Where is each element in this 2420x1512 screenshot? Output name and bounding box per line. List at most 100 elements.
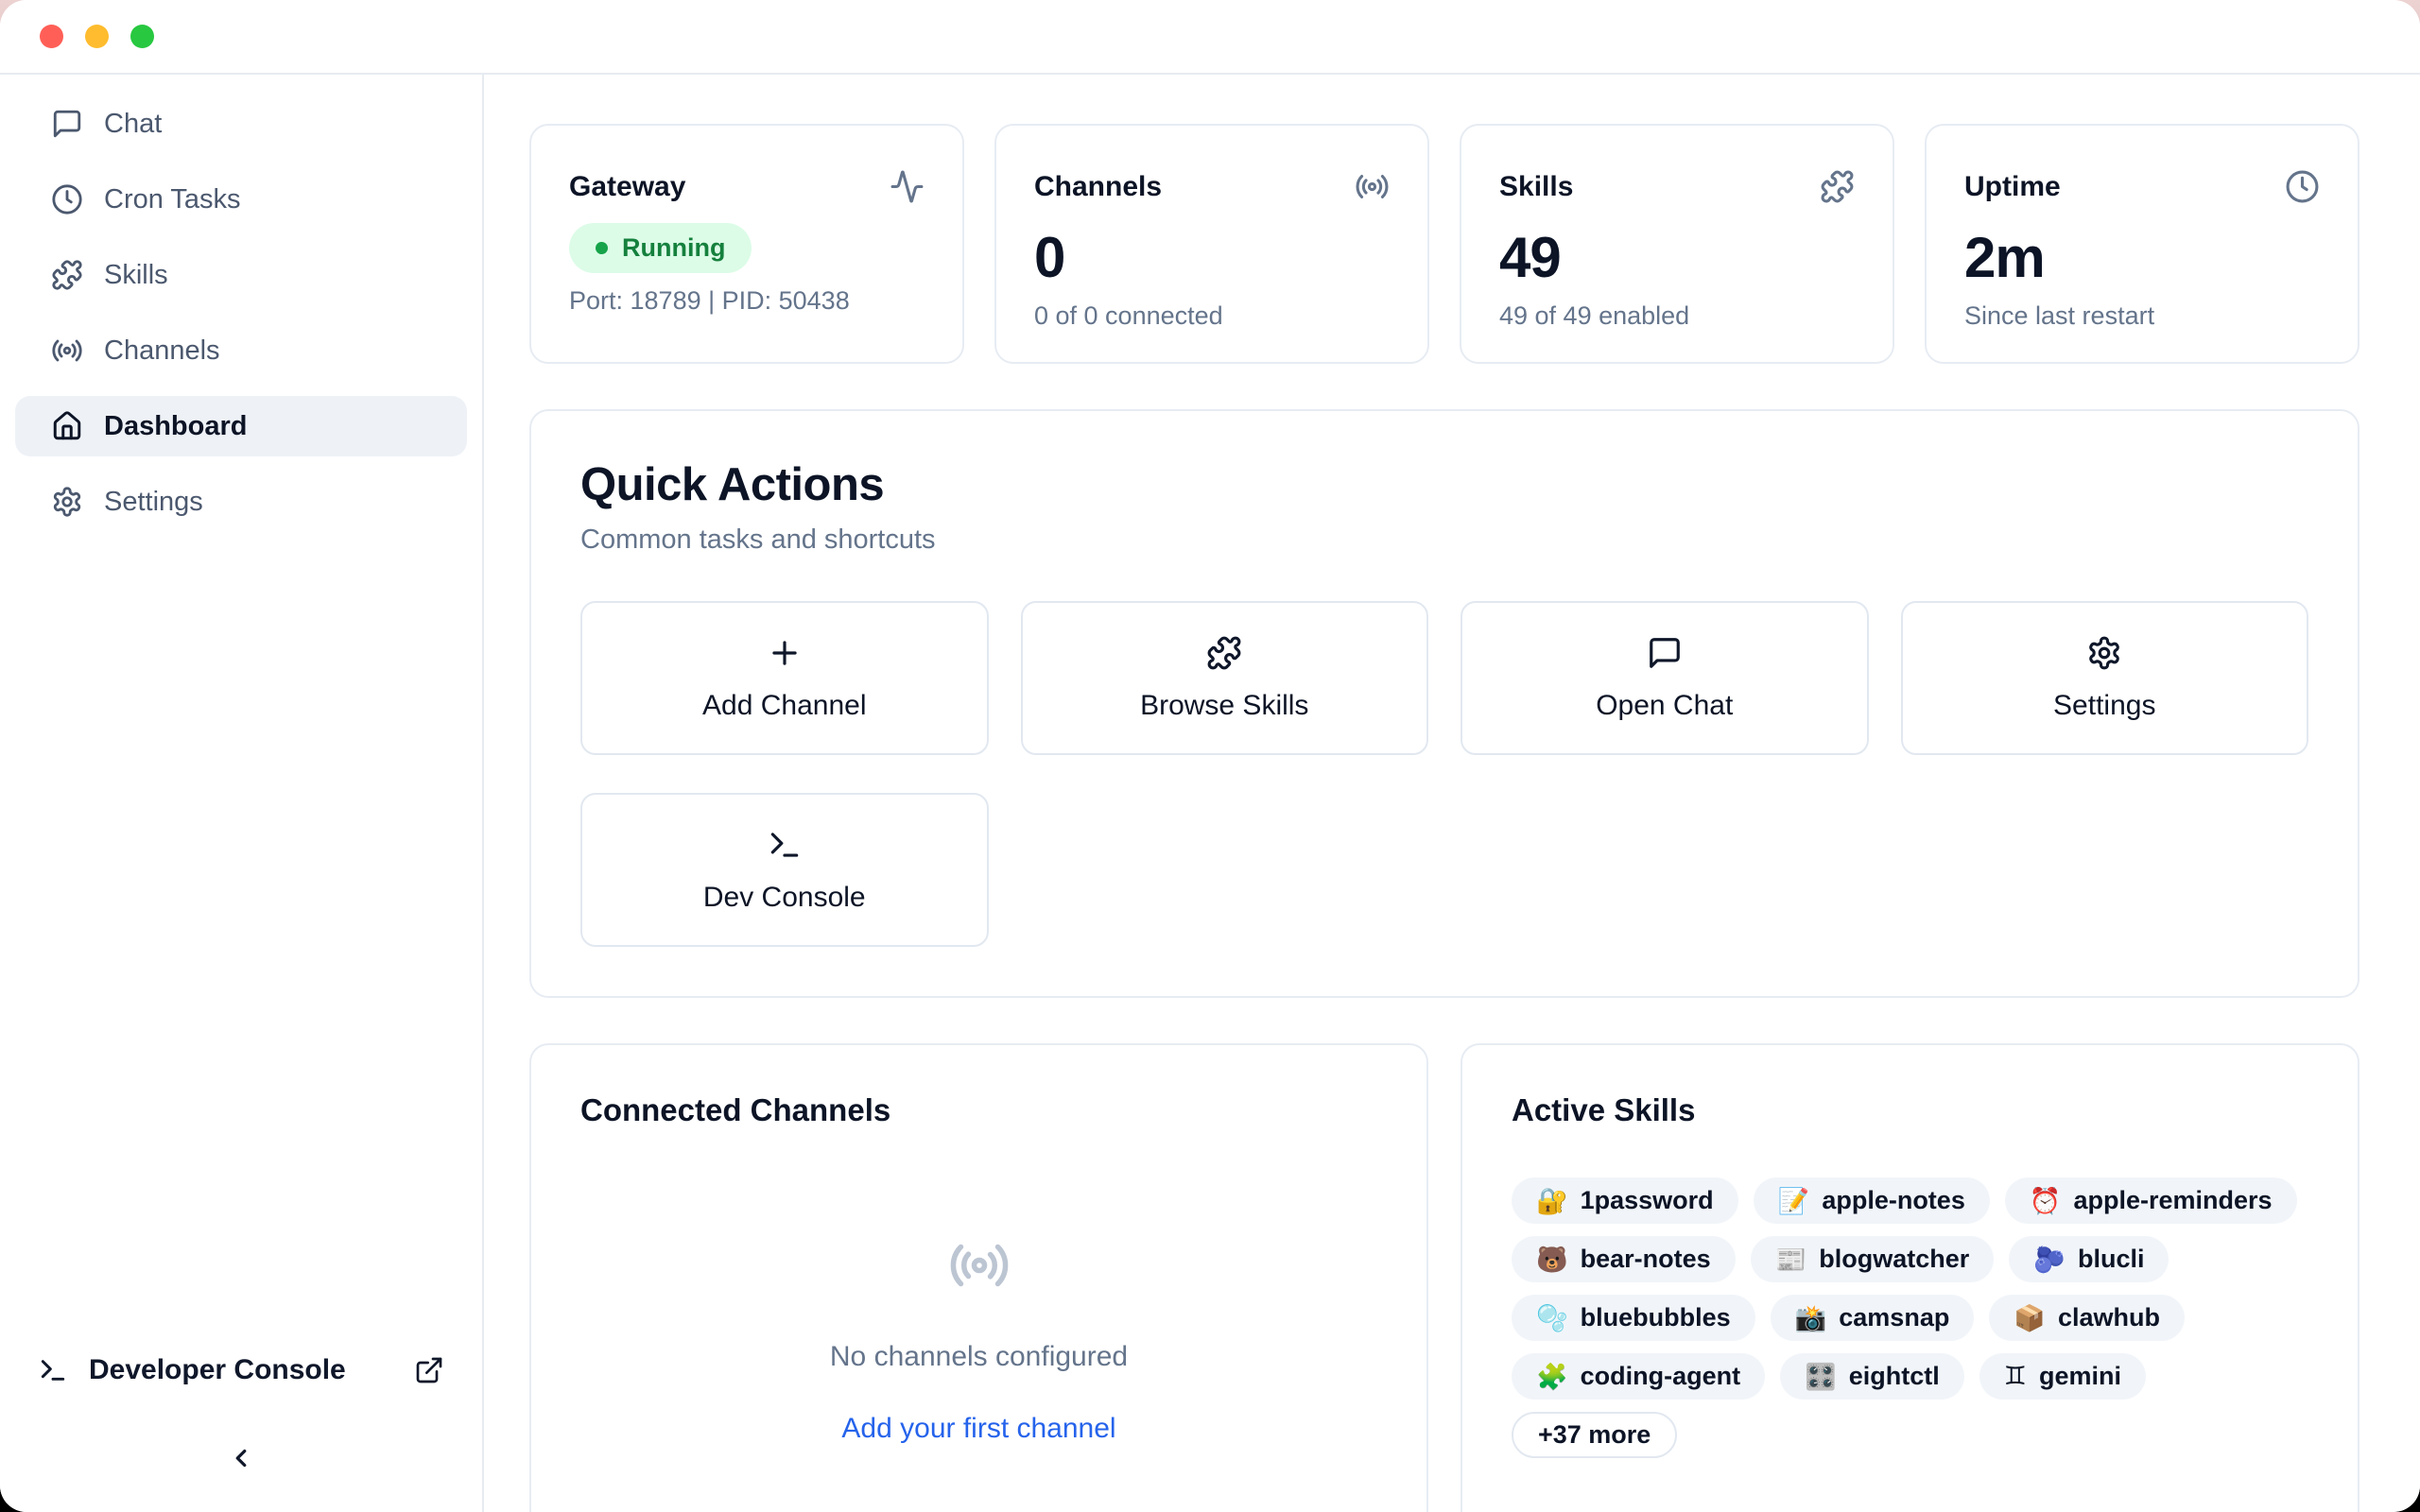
sidebar-item-cron-tasks[interactable]: Cron Tasks <box>15 169 467 230</box>
skill-name: apple-reminders <box>2073 1186 2272 1215</box>
skill-tag: 📝 apple-notes <box>1754 1177 1990 1224</box>
clock-icon <box>2285 169 2320 204</box>
sidebar-item-channels[interactable]: Channels <box>15 320 467 381</box>
zoom-button[interactable] <box>130 25 154 48</box>
sidebar-item-label: Channels <box>104 335 220 367</box>
dev-console-button[interactable]: Dev Console <box>580 793 989 947</box>
status-dot <box>596 242 608 254</box>
terminal-icon <box>38 1355 68 1385</box>
channels-empty-state: No channels configured Add your first ch… <box>580 1234 1377 1445</box>
chat-icon <box>1647 635 1683 671</box>
add-channel-button[interactable]: Add Channel <box>580 601 989 755</box>
skill-tag: 🫧 bluebubbles <box>1512 1295 1755 1341</box>
connected-channels-title: Connected Channels <box>580 1092 1377 1128</box>
skill-name: apple-notes <box>1822 1186 1965 1215</box>
quick-actions-grid: Add Channel Browse Skills Open Chat Sett… <box>580 601 2308 947</box>
broadcast-icon <box>51 335 83 367</box>
sidebar-item-label: Chat <box>104 109 162 140</box>
puzzle-icon <box>51 259 83 291</box>
action-label: Settings <box>2053 690 2155 722</box>
developer-console-label: Developer Console <box>89 1354 346 1386</box>
close-button[interactable] <box>40 25 63 48</box>
skill-emoji: 📦 <box>2014 1303 2046 1333</box>
broadcast-icon <box>948 1234 1011 1297</box>
active-skills-card: Active Skills 🔐1password 📝apple-notes ⏰a… <box>1461 1043 2360 1512</box>
uptime-value: 2m <box>1964 225 2320 290</box>
quick-actions-title: Quick Actions <box>580 458 2308 511</box>
bottom-row: Connected Channels No channels configure… <box>529 1043 2360 1512</box>
uptime-card-title: Uptime <box>1964 171 2061 203</box>
settings-button[interactable]: Settings <box>1901 601 2309 755</box>
skill-emoji: ⏰ <box>2030 1186 2062 1216</box>
skill-emoji: 📝 <box>1778 1186 1810 1216</box>
uptime-detail: Since last restart <box>1964 301 2320 331</box>
skill-name: blucli <box>2078 1245 2145 1274</box>
puzzle-icon <box>1206 635 1242 671</box>
skill-name: bluebubbles <box>1581 1303 1731 1332</box>
skill-name: 1password <box>1581 1186 1714 1215</box>
channels-count: 0 <box>1034 225 1390 290</box>
add-first-channel-link[interactable]: Add your first channel <box>841 1413 1115 1445</box>
skill-emoji: 📸 <box>1795 1303 1827 1333</box>
skill-tag: ♊ gemini <box>1979 1353 2146 1400</box>
connected-channels-card: Connected Channels No channels configure… <box>529 1043 1428 1512</box>
empty-channels-text: No channels configured <box>580 1341 1377 1373</box>
uptime-card: Uptime 2m Since last restart <box>1925 124 2360 364</box>
skill-tag: 🎛️eightctl <box>1780 1353 1964 1400</box>
gateway-card: Gateway Running Port: 18789 | PID: 50438 <box>529 124 964 364</box>
channels-card-title: Channels <box>1034 171 1162 203</box>
main-content: Gateway Running Port: 18789 | PID: 50438… <box>484 75 2420 1512</box>
skill-emoji: 🫧 <box>1536 1303 1568 1333</box>
sidebar-item-settings[interactable]: Settings <box>15 472 467 532</box>
skills-card-title: Skills <box>1499 171 1573 203</box>
active-skills-title: Active Skills <box>1512 1092 2308 1128</box>
puzzle-icon <box>1820 169 1855 204</box>
terminal-icon <box>767 827 803 863</box>
skill-tags: 🔐1password 📝apple-notes ⏰apple-reminders… <box>1512 1177 2308 1458</box>
gear-icon <box>51 486 83 518</box>
more-skills-tag[interactable]: +37 more <box>1512 1412 1677 1458</box>
traffic-lights <box>40 25 154 48</box>
skill-emoji: 🫐 <box>2033 1245 2066 1275</box>
stats-row: Gateway Running Port: 18789 | PID: 50438… <box>529 124 2360 364</box>
gateway-status-badge: Running <box>569 223 752 273</box>
gear-icon <box>2086 635 2122 671</box>
skills-count: 49 <box>1499 225 1855 290</box>
minimize-button[interactable] <box>85 25 109 48</box>
chat-icon <box>51 108 83 140</box>
action-label: Dev Console <box>703 882 866 914</box>
skill-name: gemini <box>2039 1362 2121 1391</box>
collapse-sidebar-button[interactable] <box>222 1440 260 1478</box>
browse-skills-button[interactable]: Browse Skills <box>1021 601 1429 755</box>
skill-tag: 🫐 blucli <box>2009 1236 2169 1282</box>
sidebar-item-label: Dashboard <box>104 411 247 442</box>
sidebar-item-skills[interactable]: Skills <box>15 245 467 305</box>
sidebar-item-dashboard[interactable]: Dashboard <box>15 396 467 456</box>
external-link-icon[interactable] <box>414 1355 444 1385</box>
skill-emoji: 🧩 <box>1536 1362 1568 1392</box>
skill-tag: 🐻bear-notes <box>1512 1236 1736 1282</box>
titlebar <box>0 0 2420 75</box>
activity-icon <box>890 169 925 204</box>
sidebar-footer: Developer Console <box>15 1340 467 1491</box>
skill-tag: 📸camsnap <box>1771 1295 1975 1341</box>
clock-icon <box>51 183 83 215</box>
open-chat-button[interactable]: Open Chat <box>1461 601 1869 755</box>
developer-console-button[interactable]: Developer Console <box>15 1340 467 1400</box>
skills-card: Skills 49 49 of 49 enabled <box>1460 124 1894 364</box>
skill-emoji: ♊ <box>2004 1362 2027 1391</box>
channels-detail: 0 of 0 connected <box>1034 301 1390 331</box>
home-icon <box>51 410 83 442</box>
skill-tag: 🧩 coding-agent <box>1512 1353 1765 1400</box>
quick-actions-subtitle: Common tasks and shortcuts <box>580 524 2308 556</box>
action-label: Add Channel <box>702 690 866 722</box>
skill-tag: ⏰ apple-reminders <box>2005 1177 2297 1224</box>
skill-tag: 📦clawhub <box>1989 1295 2185 1341</box>
action-label: Open Chat <box>1596 690 1733 722</box>
skill-name: coding-agent <box>1581 1362 1741 1391</box>
skill-tag: 📰blogwatcher <box>1751 1236 1995 1282</box>
skill-emoji: 🎛️ <box>1805 1362 1837 1392</box>
sidebar-item-chat[interactable]: Chat <box>15 94 467 154</box>
sidebar-item-label: Cron Tasks <box>104 184 241 215</box>
skills-detail: 49 of 49 enabled <box>1499 301 1855 331</box>
